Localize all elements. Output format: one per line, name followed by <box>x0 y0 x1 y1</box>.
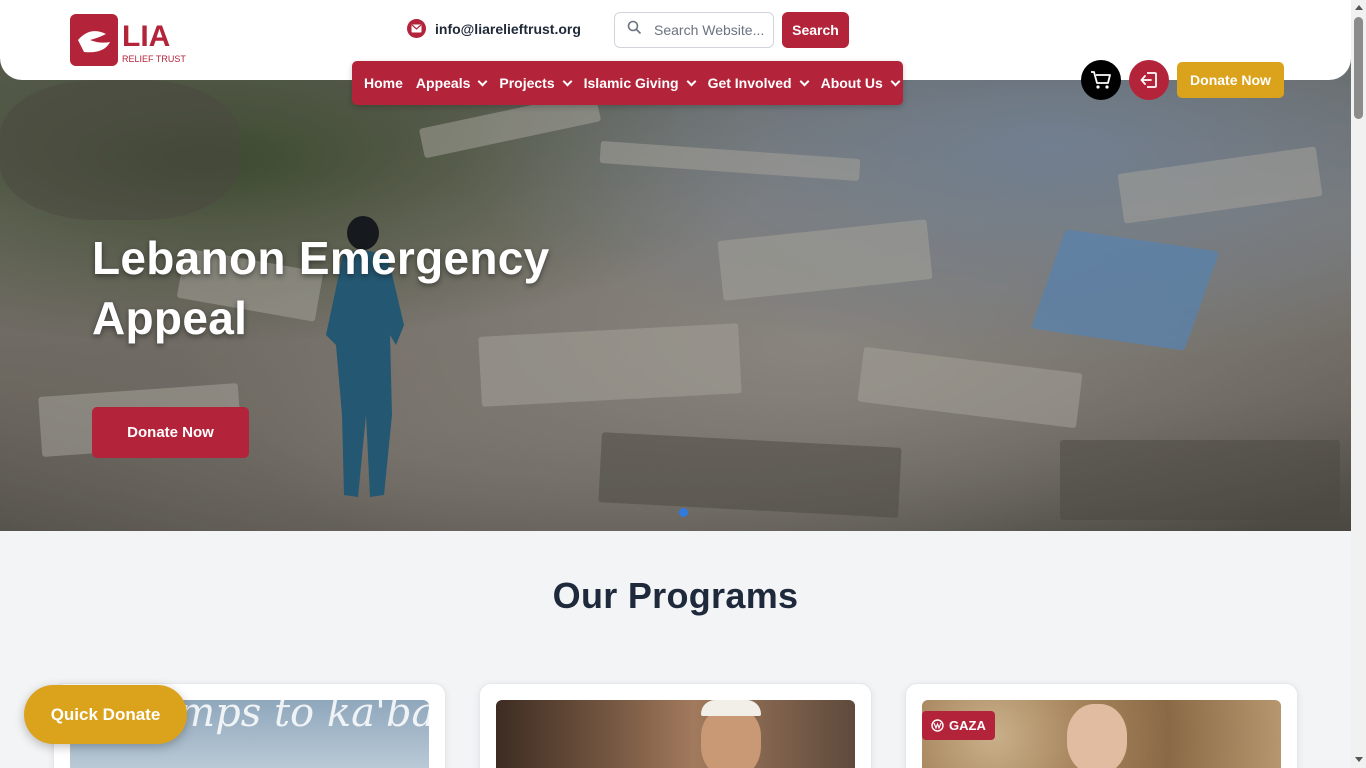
cart-icon <box>1091 71 1111 89</box>
nav-item-projects[interactable]: Projects <box>499 75 573 91</box>
program-badge: GAZA <box>922 711 995 740</box>
nav-item-about-us[interactable]: About Us <box>820 75 901 91</box>
programs-title: Our Programs <box>552 575 799 616</box>
chevron-down-icon <box>890 76 901 86</box>
globe-icon <box>931 719 944 732</box>
nav-item-label: Projects <box>499 75 555 91</box>
logo-text: LIA <box>122 20 170 53</box>
scrollbar-thumb[interactable] <box>1354 17 1363 119</box>
main-nav: Home Appeals Projects Islamic Giving Get… <box>352 61 903 105</box>
nav-item-label: Appeals <box>415 75 471 91</box>
page-scrollbar[interactable] <box>1351 0 1366 768</box>
site-logo[interactable]: LIA RELIEF TRUST <box>70 14 188 68</box>
hero-title: Lebanon Emergency Appeal <box>92 232 550 344</box>
nav-item-label: Home <box>364 75 403 91</box>
slider-dot-active[interactable] <box>679 508 688 517</box>
search-icon <box>627 20 642 40</box>
program-image <box>496 700 855 768</box>
nav-item-home[interactable]: Home <box>364 75 403 91</box>
program-image-person <box>1067 704 1127 768</box>
cart-button[interactable] <box>1081 60 1121 100</box>
program-image-person <box>701 708 761 768</box>
login-button[interactable] <box>1129 60 1169 100</box>
chevron-down-icon <box>686 76 697 86</box>
nav-item-label: About Us <box>820 75 883 91</box>
nav-item-label: Get Involved <box>707 75 792 91</box>
header-donate-button[interactable]: Donate Now <box>1177 62 1284 98</box>
chevron-down-icon <box>562 76 573 86</box>
search-button[interactable]: Search <box>782 12 849 48</box>
chevron-down-icon <box>799 76 810 86</box>
contact-email[interactable]: info@liarelieftrust.org <box>407 19 581 38</box>
scroll-down-arrow-icon[interactable] <box>1355 757 1363 762</box>
nav-item-label: Islamic Giving <box>583 75 679 91</box>
program-image-cap <box>701 700 761 716</box>
email-text: info@liarelieftrust.org <box>435 20 581 37</box>
nav-item-islamic-giving[interactable]: Islamic Giving <box>583 75 697 91</box>
hero-donate-button[interactable]: Donate Now <box>92 407 249 458</box>
program-card[interactable] <box>479 683 872 768</box>
search-box <box>614 12 774 48</box>
nav-item-get-involved[interactable]: Get Involved <box>707 75 810 91</box>
chevron-down-icon <box>477 76 488 86</box>
login-icon <box>1140 72 1157 88</box>
nav-item-appeals[interactable]: Appeals <box>415 75 488 91</box>
search-input[interactable] <box>654 22 764 38</box>
envelope-icon <box>407 19 426 38</box>
logo-subtext: RELIEF TRUST <box>122 54 186 64</box>
program-badge-label: GAZA <box>949 718 986 733</box>
quick-donate-button[interactable]: Quick Donate <box>24 685 187 744</box>
scroll-up-arrow-icon[interactable] <box>1355 5 1363 10</box>
